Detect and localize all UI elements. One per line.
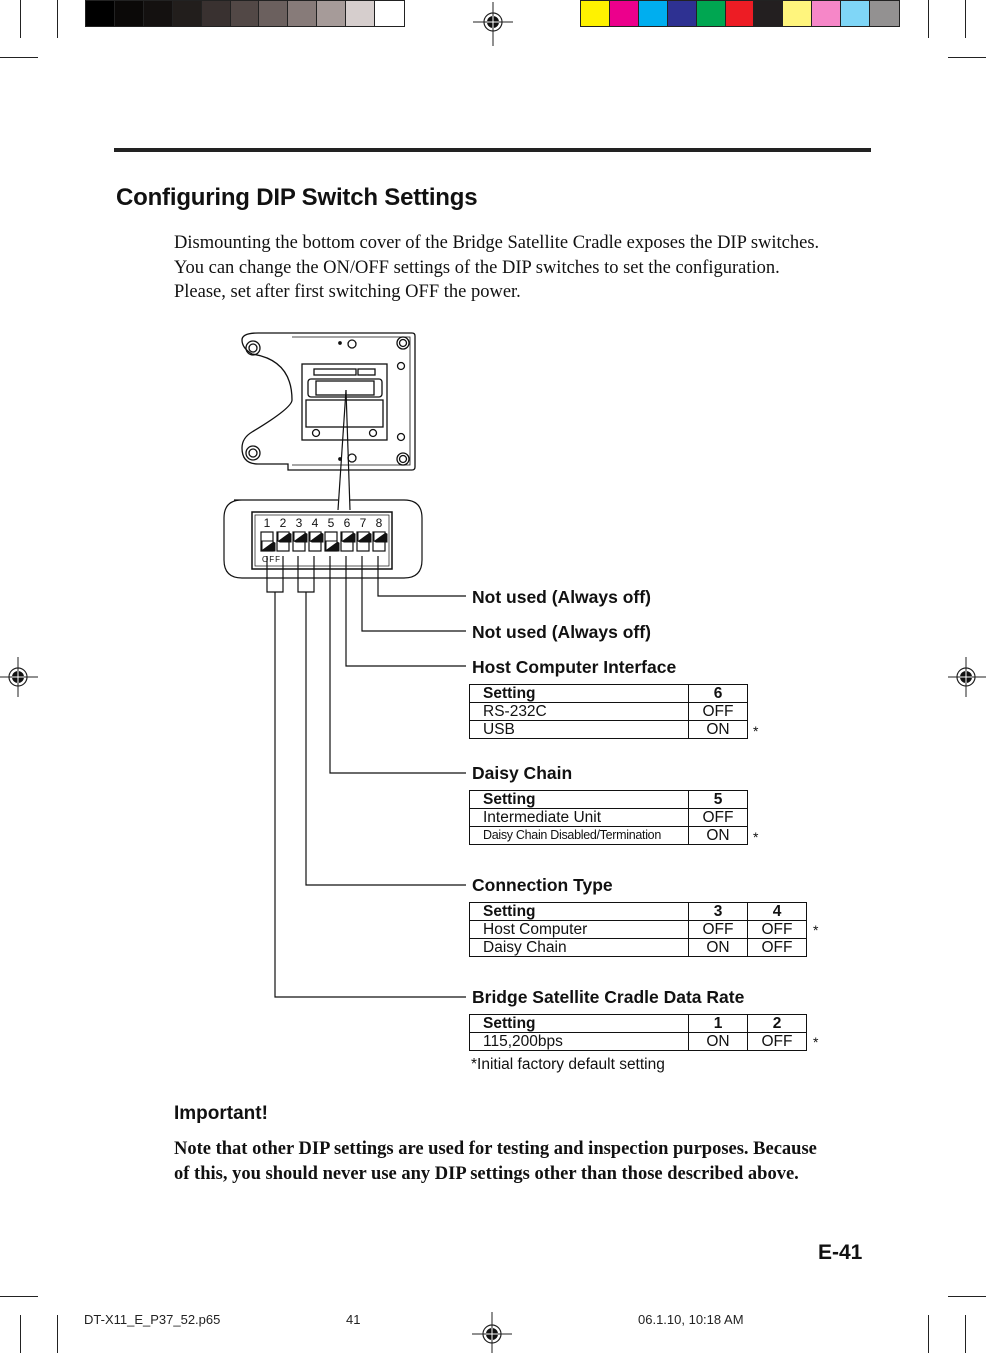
connection-type-table: Setting 3 4 Host Computer OFF OFF Daisy … <box>469 902 807 957</box>
switch-value: ON <box>688 826 748 845</box>
page-number: E-41 <box>818 1241 863 1264</box>
table-row: Intermediate Unit OFF <box>469 808 748 827</box>
setting-name: Host Computer <box>469 920 689 939</box>
dip-switch-lever <box>324 531 340 552</box>
default-marker: * <box>753 829 759 845</box>
switch-value: OFF <box>688 920 748 939</box>
header-setting: Setting <box>469 684 689 703</box>
dip-switch-number: 6 <box>344 516 351 530</box>
dip-switch-enlarged <box>223 499 423 579</box>
table-row: RS-232C OFF <box>469 702 748 721</box>
header-switch: 3 <box>688 902 748 921</box>
header-switch: 2 <box>747 1014 807 1033</box>
dip-switch-lever <box>260 531 276 552</box>
daisy-chain-table: Setting 5 Intermediate Unit OFF Daisy Ch… <box>469 790 748 845</box>
switch-value: OFF <box>747 1032 807 1051</box>
dip-switch-lever <box>340 531 356 552</box>
leader-lines <box>266 556 466 998</box>
setting-name: Intermediate Unit <box>469 808 689 827</box>
dip-switch-numbers: 12345678 <box>264 516 383 530</box>
setting-name: Daisy Chain Disabled/Termination <box>469 826 689 845</box>
callout-switch-8: Not used (Always off) <box>472 587 651 607</box>
cradle-bottom-view <box>241 332 416 511</box>
switch-value: OFF <box>747 938 807 957</box>
table-header-row: Setting 3 4 <box>469 902 807 921</box>
slug-filename: DT-X11_E_P37_52.p65 <box>84 1312 221 1327</box>
header-switch: 6 <box>688 684 748 703</box>
important-note: Note that other DIP settings are used fo… <box>174 1137 817 1187</box>
dip-switch-number: 5 <box>328 516 335 530</box>
header-setting: Setting <box>469 790 689 809</box>
dip-switch-number: 7 <box>360 516 367 530</box>
callout-daisy-chain: Daisy Chain <box>472 763 573 783</box>
important-heading: Important! <box>174 1103 268 1124</box>
dip-switch-lever <box>372 531 388 552</box>
default-marker: * <box>753 723 759 739</box>
dip-off-label: OFF <box>262 555 281 564</box>
note-line: Note that other DIP settings are used fo… <box>174 1139 817 1159</box>
dip-switch-number: 8 <box>376 516 383 530</box>
switch-value: OFF <box>747 920 807 939</box>
callout-data-rate: Bridge Satellite Cradle Data Rate <box>472 987 745 1007</box>
table-row: Daisy Chain Disabled/Termination ON <box>469 826 748 845</box>
default-marker: * <box>813 1034 819 1050</box>
dip-switch-number: 3 <box>296 516 303 530</box>
dip-switch-number: 1 <box>264 516 271 530</box>
switch-value: ON <box>688 1032 748 1051</box>
setting-name: Daisy Chain <box>469 938 689 957</box>
slug-timestamp: 06.1.10, 10:18 AM <box>638 1312 744 1327</box>
table-row: USB ON <box>469 720 748 739</box>
header-switch: 4 <box>747 902 807 921</box>
dip-switch-lever <box>276 531 292 552</box>
dip-switch-number: 4 <box>312 516 319 530</box>
table-row: Host Computer OFF OFF <box>469 920 807 939</box>
switch-value: ON <box>688 720 748 739</box>
host-interface-table: Setting 6 RS-232C OFF USB ON <box>469 684 748 739</box>
switch-value: OFF <box>688 702 748 721</box>
callout-switch-7: Not used (Always off) <box>472 622 651 642</box>
dip-switch-lever <box>308 531 324 552</box>
header-setting: Setting <box>469 902 689 921</box>
setting-name: 115,200bps <box>469 1032 689 1051</box>
dip-switch-lever <box>356 531 372 552</box>
setting-name: USB <box>469 720 689 739</box>
callout-connection-type: Connection Type <box>472 875 613 895</box>
slug-page: 41 <box>346 1312 361 1327</box>
table-header-row: Setting 1 2 <box>469 1014 807 1033</box>
table-row: Daisy Chain ON OFF <box>469 938 807 957</box>
header-switch: 5 <box>688 790 748 809</box>
default-setting-footnote: *Initial factory default setting <box>471 1056 665 1073</box>
table-header-row: Setting 5 <box>469 790 748 809</box>
switch-value: OFF <box>688 808 748 827</box>
note-line: of this, you should never use any DIP se… <box>174 1164 799 1184</box>
data-rate-table: Setting 1 2 115,200bps ON OFF <box>469 1014 807 1051</box>
default-marker: * <box>813 922 819 938</box>
switch-value: ON <box>688 938 748 957</box>
dip-switch-number: 2 <box>280 516 287 530</box>
header-switch: 1 <box>688 1014 748 1033</box>
header-setting: Setting <box>469 1014 689 1033</box>
setting-name: RS-232C <box>469 702 689 721</box>
table-header-row: Setting 6 <box>469 684 748 703</box>
table-row: 115,200bps ON OFF <box>469 1032 807 1051</box>
callout-host-interface: Host Computer Interface <box>472 657 677 677</box>
dip-switch-lever <box>292 531 308 552</box>
